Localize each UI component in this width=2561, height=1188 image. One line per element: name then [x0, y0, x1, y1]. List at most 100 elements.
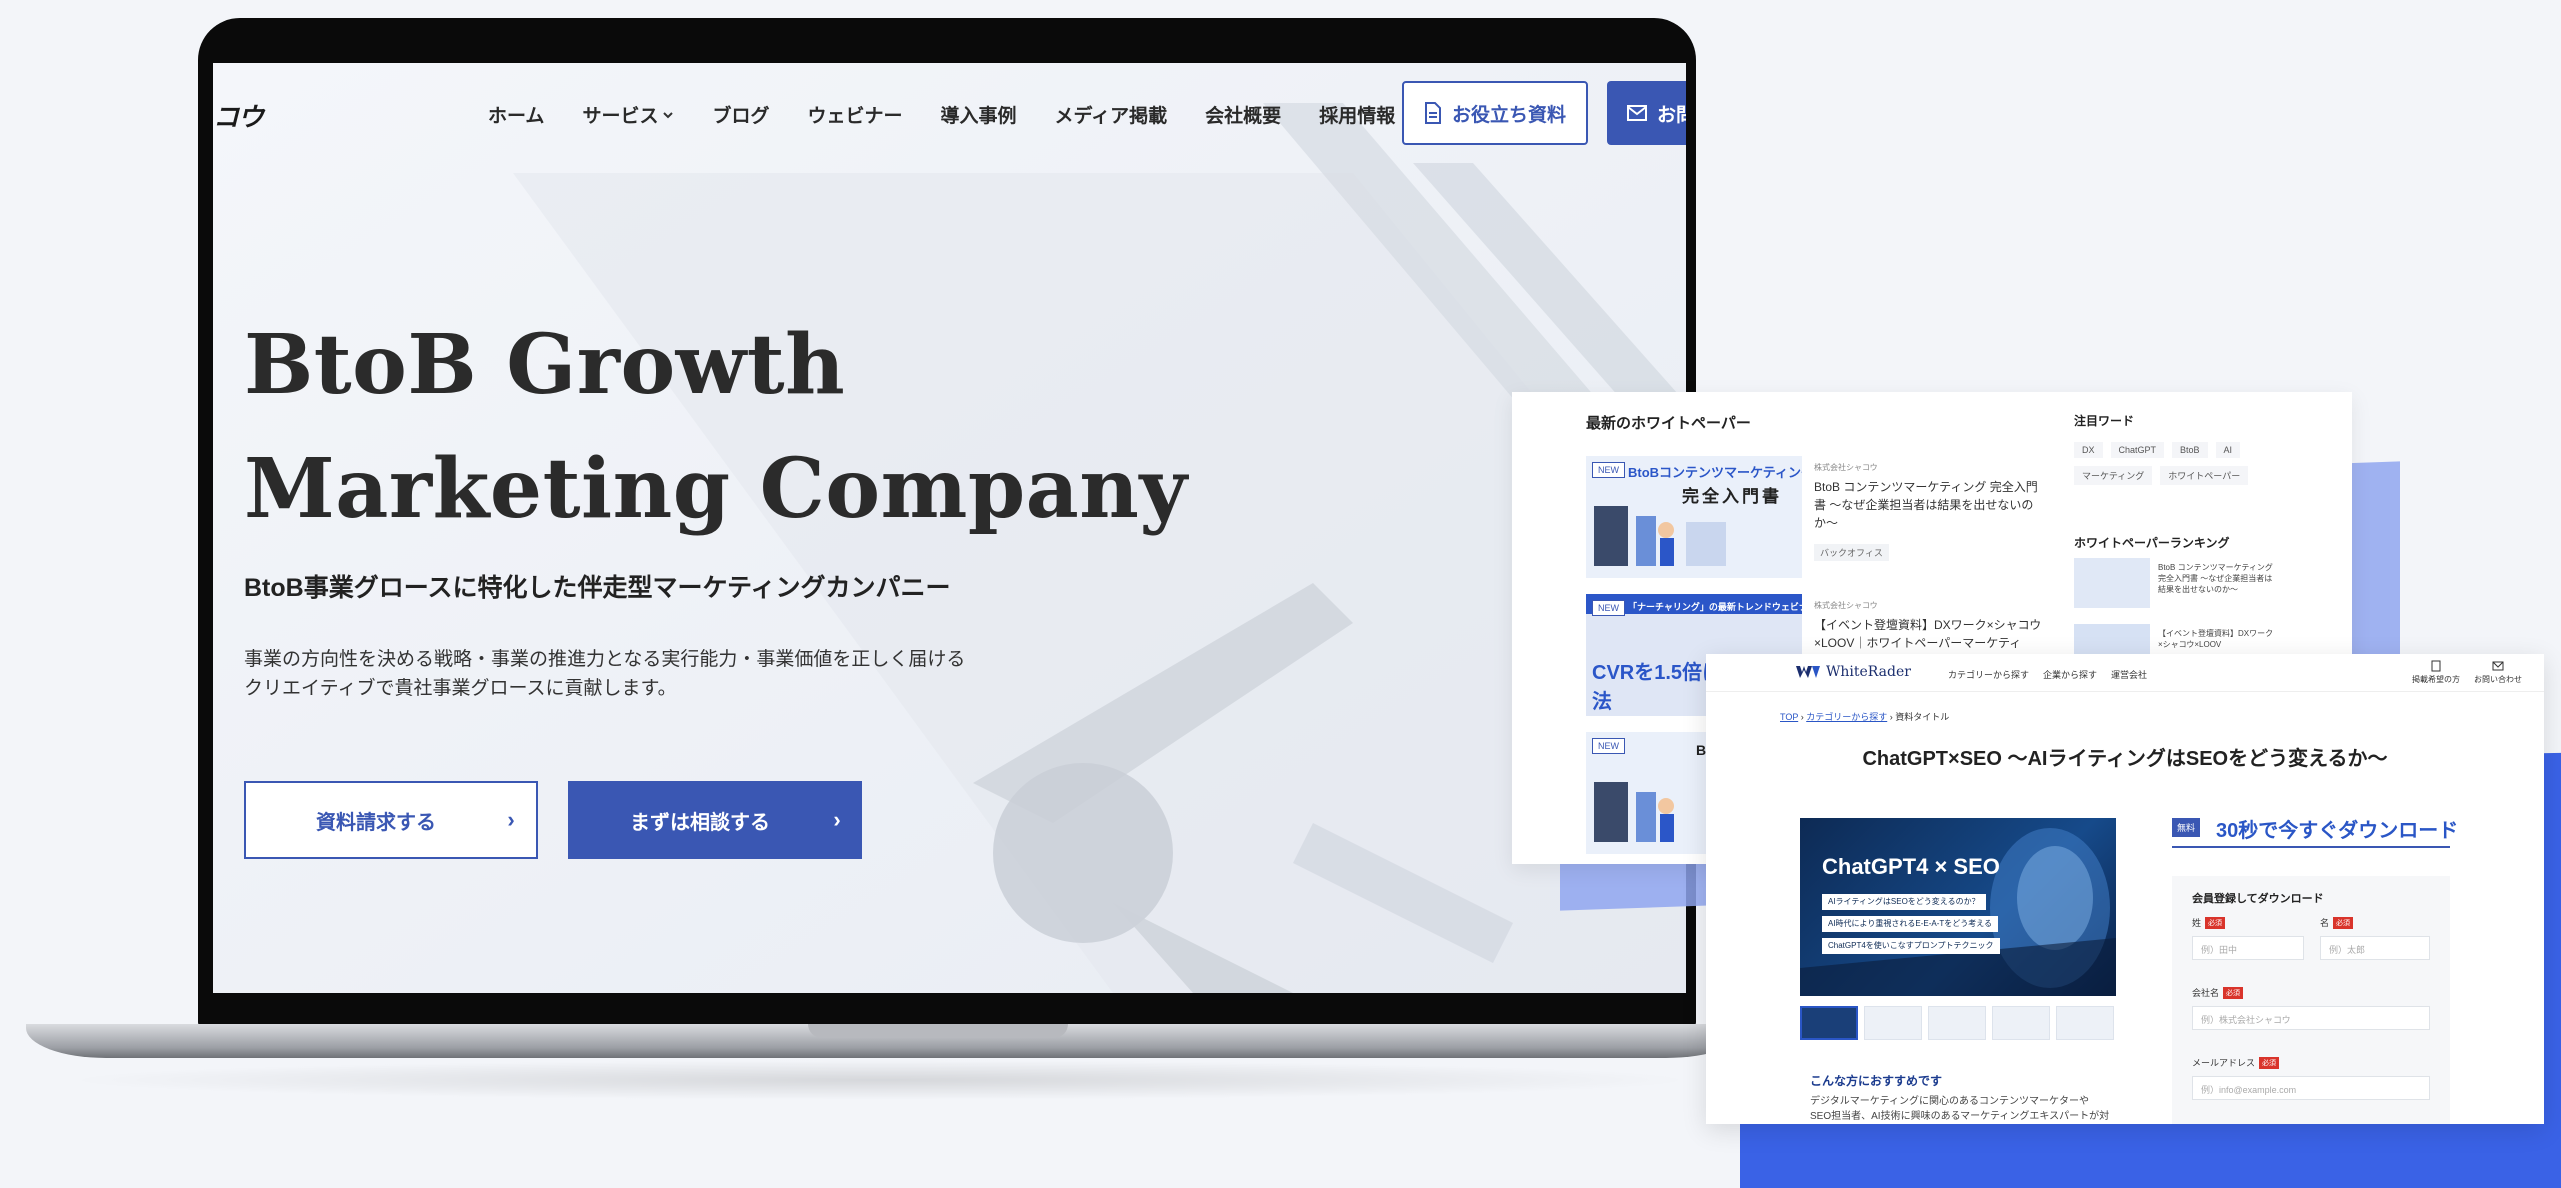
whiterader-card: WhiteRader カテゴリーから探す 企業から探す 運営会社 掲載希望の方 …	[1706, 654, 2544, 1124]
tag-chip[interactable]: マーケティング	[2074, 466, 2153, 485]
preview-thumbnail[interactable]	[1800, 1006, 1858, 1040]
hero-image-point: AIライティングはSEOをどう変えるのか？	[1822, 894, 1986, 910]
laptop-shadow	[60, 1060, 1700, 1100]
tag-chip[interactable]: AI	[2215, 442, 2241, 458]
chevron-down-icon	[663, 111, 674, 118]
publisher-label: 株式会社シャコウ	[1814, 463, 1878, 472]
required-badge: 必須	[2205, 916, 2226, 929]
hero-title: BtoB Growth Marketing Company	[244, 303, 1188, 551]
building-icon	[2431, 660, 2441, 672]
hero-description: 事業の方向性を決める戦略・事業の推進力となる実行能力・事業価値を正しく届ける ク…	[244, 645, 965, 703]
nav-item-company-search[interactable]: 企業から探す	[2043, 668, 2097, 681]
request-docs-label: 資料請求する	[316, 811, 436, 834]
hero-title-line2: Marketing Company	[244, 441, 1188, 537]
hero-subtitle: BtoB事業グロースに特化した伴走型マーケティングカンパニー	[244, 574, 951, 602]
nav-item-category[interactable]: カテゴリーから探す	[1948, 668, 2029, 681]
hero-image-point: AI時代により重視されるE-E-A-Tをどう考える	[1822, 916, 1999, 932]
nav-item-recruit[interactable]: 採用情報	[1319, 101, 1395, 128]
email-field[interactable]: 例）info@example.com	[2192, 1076, 2430, 1100]
tag-chip[interactable]: ホワイトペーパー	[2160, 466, 2249, 485]
new-badge: NEW	[1592, 462, 1625, 478]
breadcrumb-top[interactable]: TOP	[1780, 712, 1798, 722]
nav-item-services[interactable]: サービス	[582, 101, 674, 128]
category-tag[interactable]: バックオフィス	[1814, 544, 1889, 561]
form-heading: 会員登録してダウンロード	[2192, 893, 2324, 905]
nav-item-home[interactable]: ホーム	[488, 101, 544, 128]
ranking-item[interactable]: BtoB コンテンツマーケティング 完全入門書 〜なぜ企業担当者は結果を出せない…	[2074, 558, 2274, 612]
preview-thumbnail[interactable]	[1864, 1006, 1922, 1040]
publisher-label: 株式会社シャコウ	[1814, 601, 1878, 610]
whiterader-logo-text: WhiteRader	[1826, 664, 1911, 680]
site-header: コウ ホーム サービス ブログ ウェビナー 導入事例 メディア掲載 会社概要 採…	[213, 63, 1686, 163]
last-name-label: 姓 必須	[2192, 916, 2226, 929]
email-label-text: メールアドレス	[2192, 1058, 2256, 1068]
listing-link[interactable]: 掲載希望の方	[2412, 660, 2460, 685]
nav-item-services-label: サービス	[582, 106, 659, 127]
document-hero-image[interactable]: ChatGPT4 × SEO AIライティングはSEOをどう変えるのか？ AI時…	[1800, 818, 2116, 996]
ranking-thumbnail	[2074, 558, 2150, 608]
resource-button[interactable]: お役立ち資料	[1402, 81, 1588, 145]
nav-item-media[interactable]: メディア掲載	[1055, 101, 1168, 128]
site-logo[interactable]: コウ	[213, 97, 264, 134]
whiterader-header-links: 掲載希望の方 お問い合わせ	[2412, 660, 2522, 685]
hero-desc-line2: クリエイティブで貴社事業グロースに貢献します。	[244, 678, 677, 699]
hero-desc-line1: 事業の方向性を決める戦略・事業の推進力となる実行能力・事業価値を正しく届ける	[244, 649, 966, 670]
laptop-notch	[808, 1024, 1068, 1038]
document-icon	[1424, 102, 1441, 124]
preview-thumbnail[interactable]	[2056, 1006, 2114, 1040]
required-badge: 必須	[2333, 916, 2354, 929]
whitepaper-heading: 最新のホワイトペーパー	[1586, 415, 1751, 432]
recommend-text: デジタルマーケティングに関心のあるコンテンツマーケターやSEO担当者、AI技術に…	[1810, 1096, 2110, 1122]
whiterader-logo-icon	[1796, 666, 1820, 678]
whitepaper-title[interactable]: 【イベント登壇資料】DXワーク×シャコウ×LOOV｜ホワイトペーパーマーケティ	[1814, 616, 2044, 652]
thumbnail-subtitle: 完全入門書	[1682, 487, 1782, 506]
preview-thumbnail[interactable]	[1992, 1006, 2050, 1040]
whiterader-logo[interactable]: WhiteRader	[1796, 664, 1911, 680]
listing-link-label: 掲載希望の方	[2412, 675, 2460, 684]
nav-item-webinar[interactable]: ウェビナー	[807, 101, 902, 128]
tag-chip[interactable]: ChatGPT	[2110, 442, 2165, 458]
registration-form: 会員登録してダウンロード 姓 必須 例）田中 名 必須 例）太郎 会社名 必須 …	[2172, 876, 2450, 1124]
resource-button-label: お役立ち資料	[1451, 104, 1566, 126]
consult-label: まずは相談する	[630, 811, 770, 834]
hero-image-point: ChatGPT4を使いこなすプロンプトテクニック	[1822, 938, 2000, 954]
trending-tags: DX ChatGPT BtoB AI マーケティング ホワイトペーパー	[2074, 442, 2274, 485]
laptop-screen: コウ ホーム サービス ブログ ウェビナー 導入事例 メディア掲載 会社概要 採…	[213, 63, 1686, 993]
nav-item-blog[interactable]: ブログ	[712, 101, 769, 128]
whitepaper-title[interactable]: BtoB コンテンツマーケティング 完全入門書 〜なぜ企業担当者は結果を出せない…	[1814, 478, 2044, 532]
preview-thumbnails	[1800, 1006, 2114, 1040]
breadcrumb-current: 資料タイトル	[1895, 712, 1950, 722]
free-badge: 無料	[2172, 818, 2201, 837]
required-badge: 必須	[2223, 986, 2244, 999]
list-item[interactable]: NEW BtoBコンテンツマーケティング 完全入門書 株式会社シャコウ BtoB…	[1586, 456, 2046, 578]
contact-button[interactable]: お問	[1607, 81, 1686, 145]
hero-title-line1: BtoB Growth	[244, 317, 846, 413]
inquiry-link[interactable]: お問い合わせ	[2474, 660, 2522, 685]
breadcrumb-category[interactable]: カテゴリーから探す	[1806, 712, 1887, 722]
whitepaper-thumbnail: NEW BtoBコンテンツマーケティング 完全入門書	[1586, 456, 1802, 578]
nav-item-operator[interactable]: 運営会社	[2111, 668, 2147, 681]
thumbnail-title: 「ナーチャリング」の最新トレンドウェビナー	[1628, 602, 1802, 612]
ranking-title: 【イベント登壇資料】DXワーク×シャコウ×LOOV	[2158, 629, 2274, 649]
nav-item-company[interactable]: 会社概要	[1205, 101, 1281, 128]
thumbnail-title: BtoBコンテンツマーケティング	[1628, 465, 1802, 480]
new-badge: NEW	[1592, 738, 1625, 754]
chevron-right-icon: ›	[833, 807, 841, 832]
company-field[interactable]: 例）株式会社シャコウ	[2192, 1006, 2430, 1030]
tag-chip[interactable]: DX	[2074, 442, 2103, 458]
nav-item-cases[interactable]: 導入事例	[940, 101, 1016, 128]
stage: コウ ホーム サービス ブログ ウェビナー 導入事例 メディア掲載 会社概要 採…	[0, 0, 2561, 1188]
request-docs-button[interactable]: 資料請求する ›	[244, 781, 538, 859]
last-name-field[interactable]: 例）田中	[2192, 936, 2304, 960]
recommend-heading: こんな方におすすめです	[1810, 1074, 1943, 1088]
ranking-title: BtoB コンテンツマーケティング 完全入門書 〜なぜ企業担当者は結果を出せない…	[2158, 563, 2273, 594]
contact-button-label: お問	[1657, 104, 1686, 126]
email-label: メールアドレス 必須	[2192, 1056, 2280, 1069]
trending-words-heading: 注目ワード	[2074, 414, 2135, 428]
consult-button[interactable]: まずは相談する ›	[568, 781, 862, 859]
first-name-field[interactable]: 例）太郎	[2320, 936, 2430, 960]
first-name-label: 名 必須	[2320, 916, 2354, 929]
ranking-heading: ホワイトペーパーランキング	[2074, 536, 2230, 550]
preview-thumbnail[interactable]	[1928, 1006, 1986, 1040]
tag-chip[interactable]: BtoB	[2172, 442, 2208, 458]
